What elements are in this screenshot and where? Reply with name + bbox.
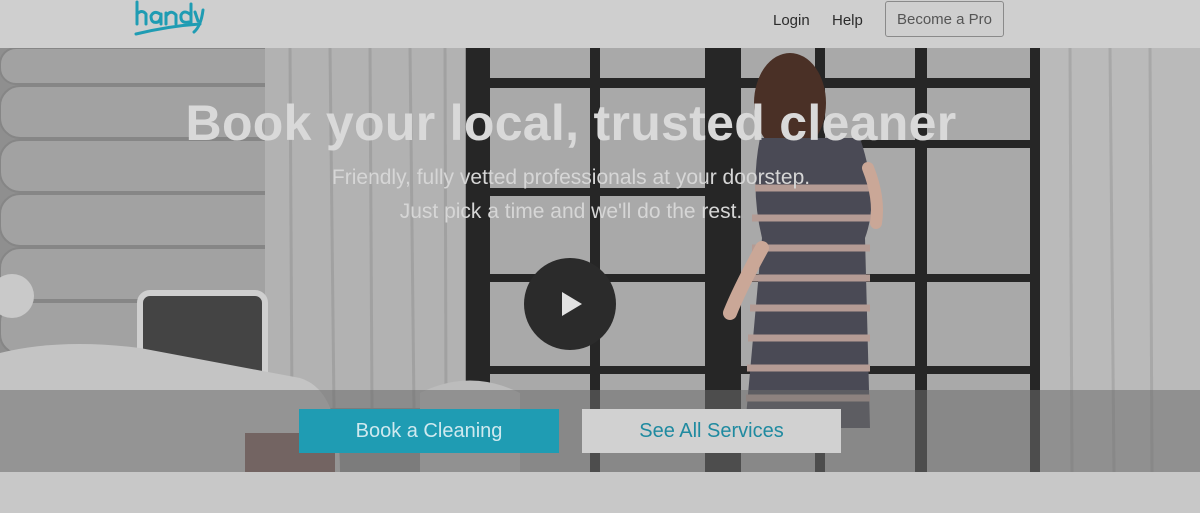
hero-subheadline-line-2: Just pick a time and we'll do the rest. [399,200,743,223]
hero-banner: Book your local, trusted cleaner Friendl… [0,48,1200,472]
help-link[interactable]: Help [832,12,863,29]
handy-logo[interactable] [134,0,206,44]
hero-subheadline-line-1: Friendly, fully vetted professionals at … [331,166,811,189]
page-content-strip [0,472,1200,513]
login-link[interactable]: Login [773,12,810,29]
see-all-services-button[interactable]: See All Services [582,409,841,453]
top-navigation-bar: Login Help Become a Pro [0,0,1200,49]
play-video-button[interactable] [524,258,616,350]
book-a-cleaning-button[interactable]: Book a Cleaning [299,409,559,453]
hero-headline: Book your local, trusted cleaner [185,95,957,151]
become-a-pro-button[interactable]: Become a Pro [885,1,1004,37]
play-icon [562,292,582,316]
